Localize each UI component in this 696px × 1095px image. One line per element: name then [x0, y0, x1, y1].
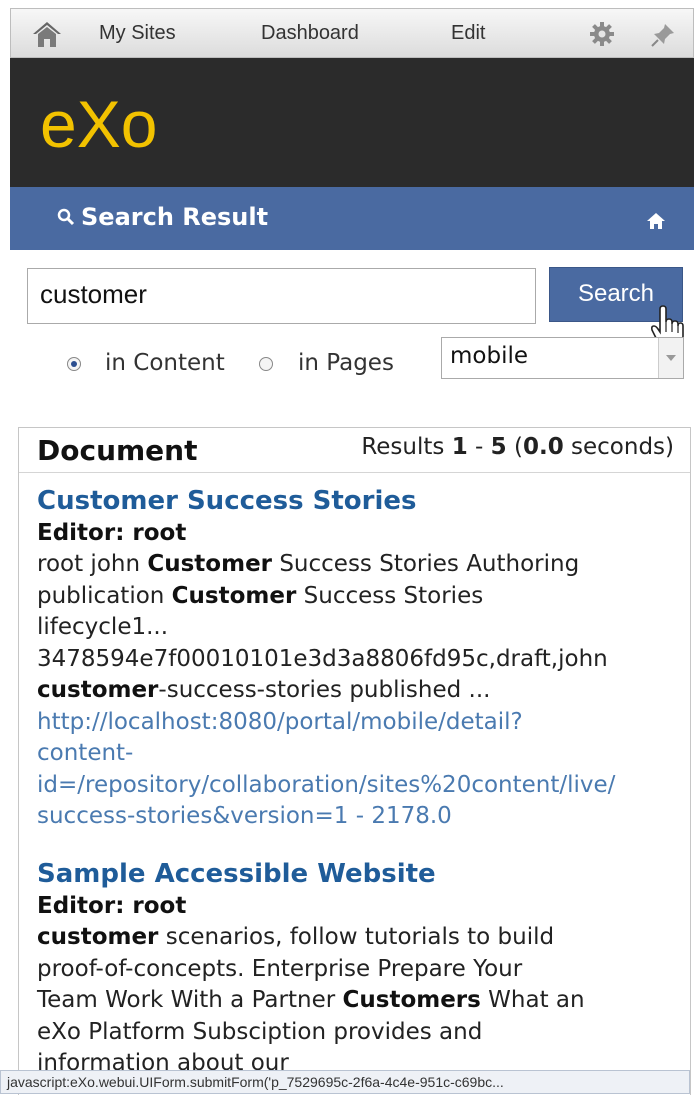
chevron-down-icon[interactable] [658, 338, 683, 378]
in-content-radio[interactable] [67, 357, 81, 371]
results-panel: Document Results 1 - 5 (0.0 seconds) Cus… [18, 427, 691, 1095]
edit-menu[interactable]: Edit [451, 22, 485, 45]
exo-logo[interactable]: eXo [40, 92, 190, 154]
logo-text: eXo [40, 92, 157, 154]
result-excerpt-line: customer-success-stories published ... [37, 677, 491, 703]
result-editor: Editor: root [37, 892, 187, 919]
search-icon [57, 208, 75, 226]
gear-icon[interactable] [589, 21, 615, 47]
in-pages-label: in Pages [298, 350, 394, 376]
result-item: Sample Accessible Website Editor: root c… [37, 859, 690, 1080]
result-excerpt-line: lifecycle1... [37, 614, 169, 640]
site-select[interactable]: mobile [441, 337, 684, 379]
home-icon[interactable] [646, 211, 666, 231]
result-excerpt-line: customer scenarios, follow tutorials to … [37, 924, 555, 950]
results-count: Results 1 - 5 (0.0 seconds) [361, 434, 674, 460]
results-title: Document [37, 434, 198, 467]
result-excerpt-line: 3478594e7f00010101e3d3a8806fd95c,draft,j… [37, 645, 608, 672]
home-icon[interactable] [31, 19, 63, 49]
in-pages-radio[interactable] [259, 357, 273, 371]
search-input[interactable]: customer [27, 268, 536, 324]
result-url[interactable]: http://localhost:8080/portal/mobile/deta… [37, 707, 690, 833]
site-select-value: mobile [450, 343, 529, 369]
result-editor: Editor: root [37, 519, 187, 546]
search-result-header: Search Result [10, 187, 694, 250]
pin-icon[interactable] [649, 21, 677, 49]
result-item: Customer Success Stories Editor: root ro… [37, 486, 690, 833]
result-excerpt-line: root john Customer Success Stories Autho… [37, 551, 580, 577]
result-excerpt-line: publication Customer Success Stories [37, 582, 484, 609]
result-excerpt-line: eXo Platform Subsciption provides and [37, 1018, 483, 1045]
result-excerpt-line: Team Work With a Partner Customers What … [37, 987, 585, 1013]
logo-banner: eXo [10, 58, 694, 187]
my-sites-menu[interactable]: My Sites [99, 22, 176, 45]
top-toolbar: My Sites Dashboard Edit [10, 8, 694, 58]
dashboard-menu[interactable]: Dashboard [261, 22, 359, 45]
result-title-link[interactable]: Sample Accessible Website [37, 859, 690, 891]
portlet-title: Search Result [81, 203, 269, 231]
browser-status-bar: javascript:eXo.webui.UIForm.submitForm('… [0, 1070, 690, 1094]
in-content-label: in Content [105, 350, 225, 376]
result-excerpt-line: proof-of-concepts. Enterprise Prepare Yo… [37, 955, 523, 982]
results-header: Document Results 1 - 5 (0.0 seconds) [19, 428, 690, 473]
result-title-link[interactable]: Customer Success Stories [37, 486, 690, 518]
